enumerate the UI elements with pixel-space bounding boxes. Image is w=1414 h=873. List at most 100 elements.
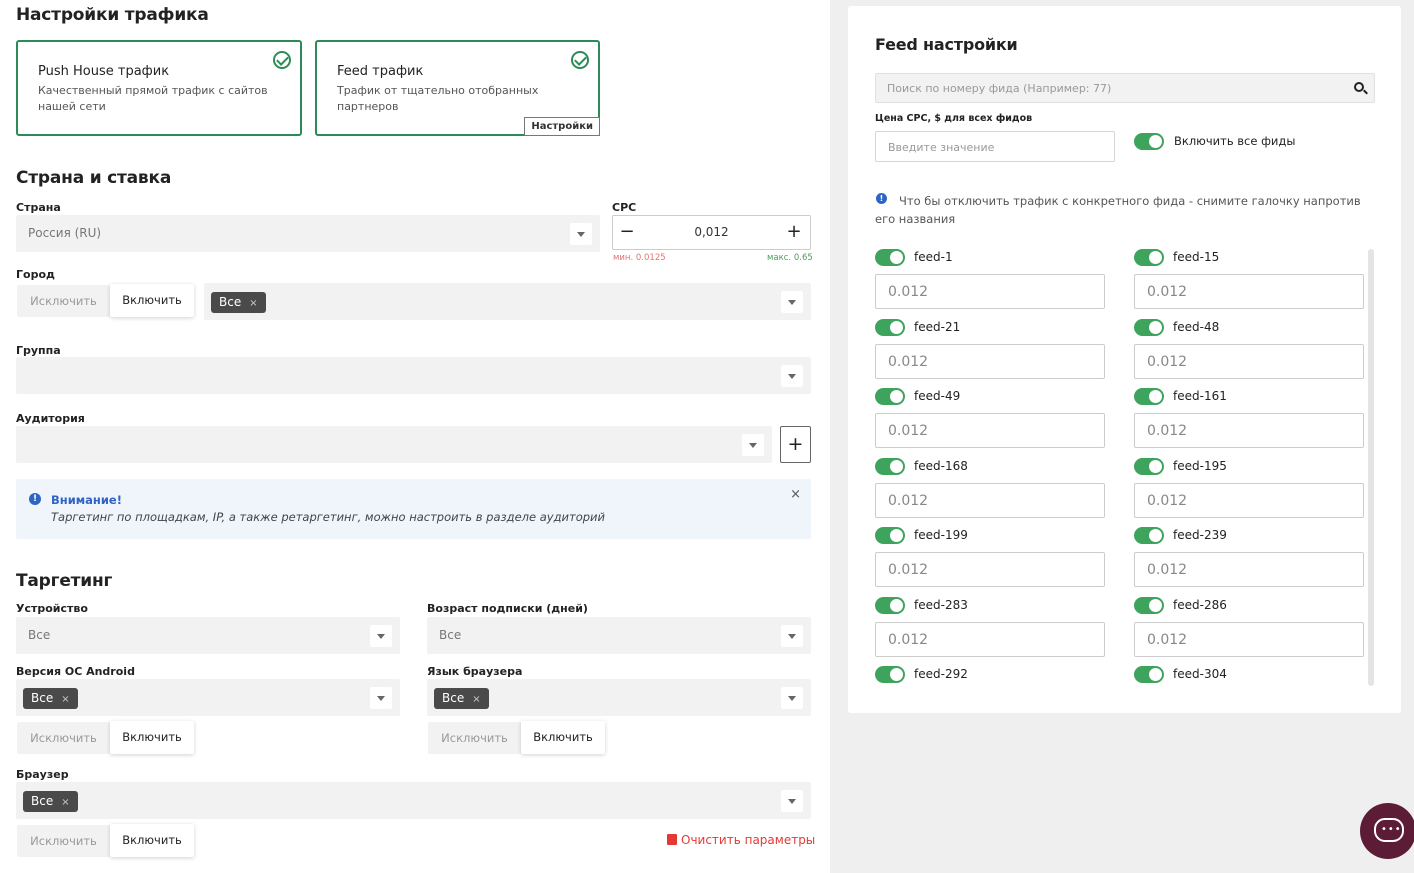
device-select[interactable]: Все	[16, 617, 400, 654]
feed-cpc-input[interactable]: 0.012	[875, 552, 1105, 587]
feed-cpc-input[interactable]: 0.012	[1134, 344, 1364, 379]
feed-toggle[interactable]	[1134, 597, 1164, 614]
group-select[interactable]	[16, 357, 811, 394]
chip-label: Все	[31, 691, 54, 705]
country-select[interactable]: Россия (RU)	[16, 215, 600, 252]
close-icon[interactable]: ×	[61, 694, 69, 705]
chevron-down-icon[interactable]	[570, 223, 592, 245]
chevron-down-icon[interactable]	[781, 291, 803, 313]
feed-cpc-input[interactable]: 0.012	[875, 483, 1105, 518]
chevron-down-icon[interactable]	[370, 625, 392, 647]
country-bid-title: Страна и ставка	[16, 168, 172, 188]
language-chip: Все ×	[434, 688, 489, 709]
android-mode-toggle[interactable]: Исключить Включить	[17, 721, 194, 754]
alert-text: Таргетинг по площадкам, IP, а также рета…	[51, 510, 605, 524]
android-version-select[interactable]: Все ×	[16, 679, 400, 716]
feed-toggle[interactable]	[1134, 527, 1164, 544]
feed-toggle[interactable]	[875, 527, 905, 544]
trash-icon	[667, 834, 677, 845]
feed-cpc-input[interactable]: 0.012	[875, 274, 1105, 309]
chevron-down-icon[interactable]	[781, 365, 803, 387]
feed-list-scrollbar[interactable]	[1368, 249, 1374, 686]
feed-toggle[interactable]	[875, 388, 905, 405]
cpc-all-feeds-input[interactable]: Введите значение	[875, 131, 1115, 162]
include-option[interactable]: Включить	[110, 284, 194, 317]
feed-cpc-input[interactable]: 0.012	[875, 622, 1105, 657]
feed-toggle[interactable]	[1134, 319, 1164, 336]
close-icon[interactable]: ×	[61, 797, 69, 808]
feed-toggle[interactable]	[875, 319, 905, 336]
enable-all-feeds-label: Включить все фиды	[1174, 134, 1296, 148]
audience-select[interactable]	[16, 426, 772, 463]
city-mode-toggle[interactable]: Исключить Включить	[17, 284, 194, 317]
feed-toggle[interactable]	[1134, 249, 1164, 266]
device-label: Устройство	[16, 602, 88, 615]
feed-label: feed-195	[1173, 459, 1227, 473]
include-option[interactable]: Включить	[521, 721, 605, 754]
chevron-down-icon[interactable]	[781, 687, 803, 709]
push-house-traffic-card[interactable]: Push House трафик Качественный прямой тр…	[16, 40, 302, 136]
city-chip: Все ×	[211, 292, 266, 313]
feed-search-input[interactable]: Поиск по номеру фида (Например: 77)	[875, 73, 1375, 103]
feed-label: feed-15	[1173, 250, 1220, 264]
feed-cpc-input[interactable]: 0.012	[1134, 274, 1364, 309]
feed-cpc-input[interactable]: 0.012	[875, 413, 1105, 448]
add-audience-button[interactable]: +	[780, 426, 811, 463]
browser-mode-toggle[interactable]: Исключить Включить	[17, 824, 194, 857]
close-icon[interactable]: ×	[249, 298, 257, 309]
android-version-label: Версия ОС Android	[16, 665, 135, 678]
cpc-stepper[interactable]: − 0,012 +	[612, 215, 811, 250]
feed-cpc-input[interactable]: 0.012	[1134, 622, 1364, 657]
feed-toggle[interactable]	[1134, 666, 1164, 683]
chevron-down-icon[interactable]	[781, 790, 803, 812]
cpc-value[interactable]: 0,012	[613, 225, 810, 239]
language-mode-toggle[interactable]: Исключить Включить	[428, 721, 605, 754]
feed-traffic-card[interactable]: Feed трафик Трафик от тщательно отобранн…	[315, 40, 600, 136]
chip-label: Все	[219, 295, 242, 309]
plus-icon[interactable]: +	[784, 222, 804, 242]
feed-label: feed-48	[1173, 320, 1220, 334]
clear-parameters-label: Очистить параметры	[681, 833, 816, 847]
browser-select[interactable]: Все ×	[16, 782, 811, 819]
close-icon[interactable]: ×	[790, 487, 801, 502]
feed-settings-button[interactable]: Настройки	[524, 117, 600, 136]
feed-toggle[interactable]	[875, 249, 905, 266]
city-select[interactable]: Все ×	[204, 283, 811, 320]
feed-toggle[interactable]	[1134, 458, 1164, 475]
browser-language-select[interactable]: Все ×	[427, 679, 811, 716]
feed-cpc-input[interactable]: 0.012	[875, 344, 1105, 379]
chevron-down-icon[interactable]	[781, 625, 803, 647]
feed-cpc-input[interactable]: 0.012	[1134, 413, 1364, 448]
feed-toggle[interactable]	[875, 666, 905, 683]
subscription-age-label: Возраст подписки (дней)	[427, 602, 588, 615]
feed-label: feed-1	[914, 250, 953, 264]
close-icon[interactable]: ×	[472, 694, 480, 705]
feed-toggle[interactable]	[875, 458, 905, 475]
feed-cpc-input[interactable]: 0.012	[1134, 483, 1364, 518]
feed-toggle[interactable]	[875, 597, 905, 614]
cpc-all-feeds-label: Цена CPC, $ для всех фидов	[875, 113, 1033, 124]
feed-cpc-value: 0.012	[1147, 284, 1188, 300]
include-option[interactable]: Включить	[110, 721, 194, 754]
feed-label: feed-161	[1173, 389, 1227, 403]
browser-chip: Все ×	[23, 791, 78, 812]
feed-label: feed-199	[914, 528, 968, 542]
exclude-option[interactable]: Исключить	[17, 285, 110, 317]
feed-cpc-value: 0.012	[888, 632, 929, 648]
enable-all-feeds-toggle[interactable]	[1134, 133, 1164, 150]
exclude-option[interactable]: Исключить	[17, 825, 110, 857]
feed-label: feed-283	[914, 598, 968, 612]
include-option[interactable]: Включить	[110, 824, 194, 857]
feed-cpc-input[interactable]: 0.012	[1134, 552, 1364, 587]
alert-title: Внимание!	[51, 493, 122, 507]
card-description: Трафик от тщательно отобранных партнеров	[337, 84, 539, 113]
subscription-age-select[interactable]: Все	[427, 617, 811, 654]
chevron-down-icon[interactable]	[742, 434, 764, 456]
clear-parameters-button[interactable]: Очистить параметры	[667, 833, 815, 847]
feed-toggle[interactable]	[1134, 388, 1164, 405]
search-icon[interactable]	[1354, 82, 1364, 92]
exclude-option[interactable]: Исключить	[17, 722, 110, 754]
exclude-option[interactable]: Исключить	[428, 722, 521, 754]
chat-button[interactable]: •••	[1360, 803, 1414, 859]
chevron-down-icon[interactable]	[370, 687, 392, 709]
